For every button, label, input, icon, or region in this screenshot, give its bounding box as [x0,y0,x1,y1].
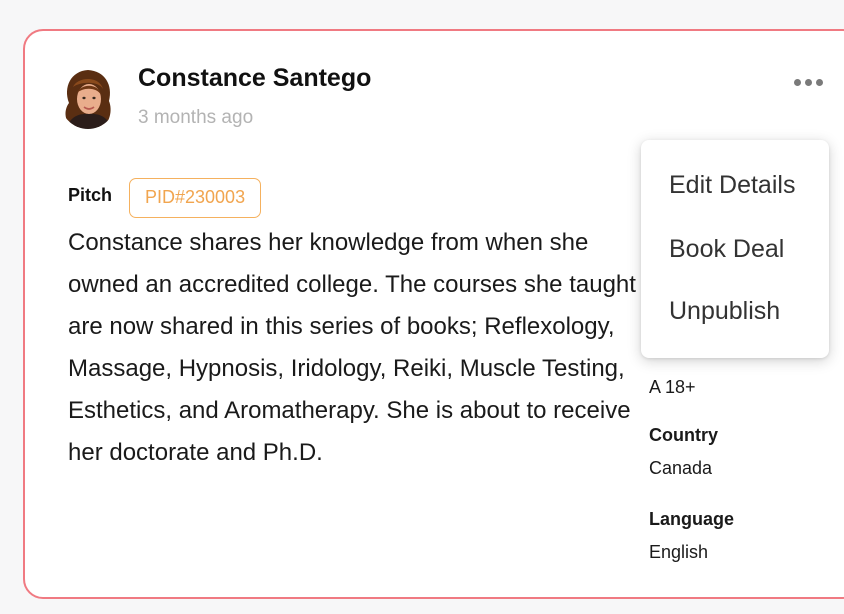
author-name[interactable]: Constance Santego [138,64,371,93]
language-value: English [649,542,709,562]
category-value: A 18+ [649,377,696,397]
pid-badge: PID#230003 [129,178,262,218]
country-value: Canada [649,458,713,478]
country-label: Country [649,425,718,445]
more-horizontal-icon [815,78,823,86]
country-section: Country Canada [649,422,718,481]
options-dropdown-menu: Edit Details Book Deal Unpublish [641,140,829,358]
language-section: Language English [649,506,734,565]
menu-item-book-deal[interactable]: Book Deal [669,235,784,264]
pitch-description: Constance shares her knowledge from when… [68,229,636,466]
post-timestamp: 3 months ago [138,107,254,128]
pitch-label: Pitch [68,185,113,205]
more-options-button[interactable] [790,70,826,94]
avatar[interactable] [59,67,117,129]
menu-item-edit-details[interactable]: Edit Details [669,171,795,200]
more-horizontal-icon [804,78,812,86]
menu-item-unpublish[interactable]: Unpublish [669,297,780,326]
more-horizontal-icon [793,78,801,86]
language-label: Language [649,509,735,529]
